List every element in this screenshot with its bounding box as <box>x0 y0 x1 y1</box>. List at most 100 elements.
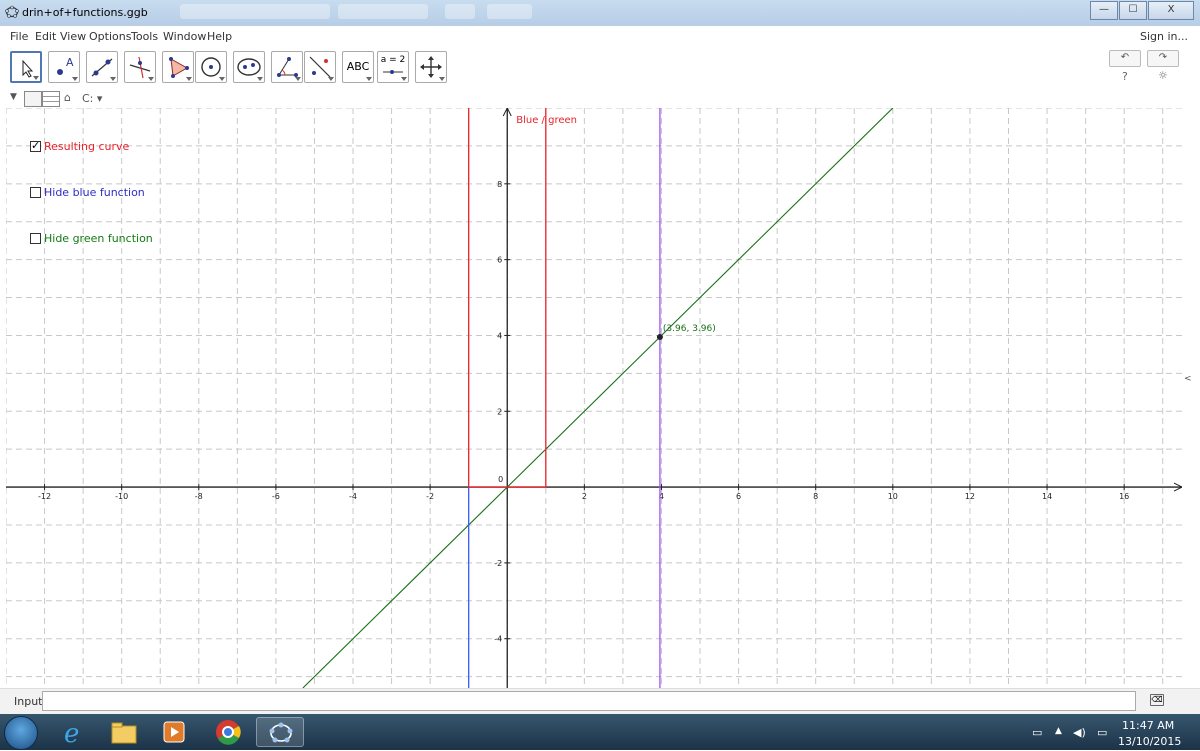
window-title: drin+of+functions.ggb <box>22 6 148 19</box>
keyboard-icon[interactable]: ⌫ <box>1150 694 1164 706</box>
geogebra-icon <box>5 5 19 18</box>
input-field[interactable] <box>42 691 1136 711</box>
tool-text[interactable]: ABC <box>342 51 374 83</box>
tool-move[interactable] <box>10 51 42 83</box>
x-tick-label: -10 <box>115 492 128 501</box>
background-tab <box>338 4 428 19</box>
menu-help[interactable]: Help <box>207 30 232 43</box>
tool-move-graphics[interactable] <box>415 51 447 83</box>
window-controls: — ☐ X <box>1089 1 1194 20</box>
media-player-icon <box>163 721 185 743</box>
menu-tools[interactable]: Tools <box>131 30 158 43</box>
axes-toggle-icon[interactable] <box>24 91 42 107</box>
coordinate-plane[interactable]: -12 -10 -8 -6 -4 -2 2 4 6 8 10 12 14 1686420-2-4(3.96… <box>6 108 1182 688</box>
settings-icon[interactable]: ☼ <box>1158 69 1168 82</box>
show-hidden-icons-icon[interactable]: ▲ <box>1055 726 1062 736</box>
y-tick-label: 6 <box>497 256 502 265</box>
point-label: (3.96, 3.96) <box>663 324 716 334</box>
text-icon: ABC <box>346 60 370 73</box>
style-bar-toggle-icon[interactable]: ▼ <box>10 92 17 102</box>
checkbox-resulting-curve[interactable]: Resulting curve <box>30 139 130 153</box>
redo-button[interactable]: ↷ <box>1147 50 1179 67</box>
maximize-button[interactable]: ☐ <box>1119 1 1147 20</box>
x-tick-label: 6 <box>736 492 741 501</box>
x-tick-label: 8 <box>813 492 818 501</box>
menu-bar: File Edit View Options Tools Window Help… <box>0 26 1200 46</box>
taskbar: e ▭ ▲ ◀) ▭ 11:47 AM 13/10/2015 <box>0 714 1200 750</box>
graphics-view[interactable]: -12 -10 -8 -6 -4 -2 2 4 6 8 10 12 14 16 8 6 4 2 0 -2 -4 (3.96… <box>6 108 1182 688</box>
help-button[interactable]: ? <box>1122 70 1128 83</box>
clock-time[interactable]: 11:47 AM <box>1122 719 1174 732</box>
x-tick-label: 2 <box>582 492 587 501</box>
tool-polygon[interactable] <box>162 51 194 83</box>
close-button[interactable]: X <box>1148 1 1194 20</box>
x-tick-label: 14 <box>1042 492 1052 501</box>
style-bar: ▼ ⌂ C: ▾ <box>0 90 1200 108</box>
checkbox-hide-green[interactable]: Hide green function <box>30 232 153 245</box>
background-tab <box>487 4 532 19</box>
background-tab <box>180 4 330 19</box>
input-bar: Input: ⌫ <box>0 688 1200 715</box>
checkbox-box[interactable] <box>30 233 41 244</box>
checkbox-box[interactable] <box>30 187 41 198</box>
tool-angle[interactable] <box>271 51 303 83</box>
grid-toggle-icon[interactable] <box>42 91 60 107</box>
x-tick-label: 16 <box>1119 492 1129 501</box>
geogebra-icon <box>269 722 293 743</box>
y-tick-label: 8 <box>497 180 502 189</box>
clock-date[interactable]: 13/10/2015 <box>1118 735 1181 748</box>
sign-in-link[interactable]: Sign in... <box>1140 30 1188 43</box>
x-tick-label: -6 <box>272 492 280 501</box>
x-tick-label: -12 <box>38 492 51 501</box>
checkbox-label: Hide blue function <box>44 186 145 199</box>
background-tab <box>445 4 475 19</box>
action-center-icon[interactable]: ▭ <box>1097 726 1107 739</box>
tool-ellipse[interactable] <box>233 51 265 83</box>
taskbar-media-player[interactable] <box>150 717 198 747</box>
checkbox-hide-blue[interactable]: Hide blue function <box>30 186 145 199</box>
menu-file[interactable]: File <box>10 30 28 43</box>
menu-options[interactable]: Options <box>89 30 131 43</box>
x-tick-label: 12 <box>965 492 975 501</box>
svg-text:A: A <box>66 56 74 69</box>
chrome-icon <box>216 720 241 745</box>
point-capturing-dropdown[interactable]: C: ▾ <box>82 92 102 105</box>
internet-explorer-icon: e <box>64 719 79 749</box>
checkbox-label: Hide green function <box>44 232 153 245</box>
taskbar-explorer[interactable] <box>100 717 148 747</box>
collapse-panel-icon[interactable]: < <box>1184 374 1192 384</box>
point-capturing-label: C: <box>82 92 94 105</box>
tool-slider[interactable]: a = 2 <box>377 51 409 83</box>
x-tick-label: 10 <box>888 492 898 501</box>
minimize-button[interactable]: — <box>1090 1 1118 20</box>
network-icon[interactable]: ▭ <box>1032 726 1042 739</box>
checkbox-label: Resulting curve <box>44 140 130 153</box>
checkbox-box[interactable] <box>30 139 41 152</box>
y-tick-label: -2 <box>494 559 502 568</box>
toolbar: A ABC a = 2 ↶ ↷ ? ☼ <box>0 46 1200 90</box>
volume-icon[interactable]: ◀) <box>1073 726 1086 739</box>
home-icon[interactable]: ⌂ <box>64 91 71 104</box>
tool-circle[interactable] <box>195 51 227 83</box>
tool-point[interactable]: A <box>48 51 80 83</box>
svg-text:e: e <box>64 719 79 747</box>
x-tick-label: -8 <box>195 492 203 501</box>
menu-edit[interactable]: Edit <box>35 30 56 43</box>
x-tick-label: -4 <box>349 492 357 501</box>
y-tick-label: -4 <box>494 635 502 644</box>
tool-reflect[interactable] <box>304 51 336 83</box>
taskbar-ie[interactable]: e <box>50 717 98 749</box>
undo-button[interactable]: ↶ <box>1109 50 1141 67</box>
folder-icon <box>111 722 137 744</box>
taskbar-geogebra[interactable] <box>256 717 304 747</box>
y-tick-label: 4 <box>497 331 502 340</box>
point-marker <box>656 333 663 340</box>
curve-label: Blue / green <box>516 115 577 126</box>
menu-window[interactable]: Window <box>163 30 206 43</box>
taskbar-chrome[interactable] <box>204 717 252 747</box>
menu-view[interactable]: View <box>60 30 86 43</box>
tool-perpendicular[interactable] <box>124 51 156 83</box>
y-tick-label: 0 <box>498 475 503 484</box>
start-button[interactable] <box>4 716 38 750</box>
tool-line[interactable] <box>86 51 118 83</box>
